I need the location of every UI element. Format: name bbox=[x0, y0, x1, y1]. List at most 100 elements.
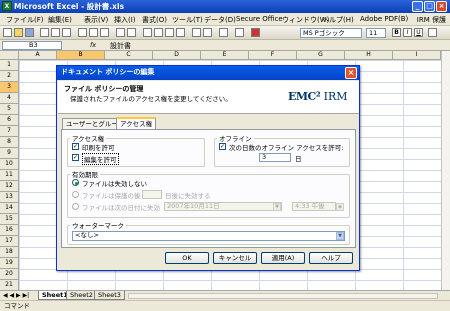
expiry-time-input[interactable]: 4:33 午後 bbox=[292, 202, 336, 211]
row-header[interactable]: 18 bbox=[0, 247, 19, 258]
column-header[interactable]: C bbox=[105, 51, 153, 60]
row-header[interactable]: 9 bbox=[0, 148, 19, 159]
zoom-icon[interactable] bbox=[219, 28, 228, 37]
row-header[interactable]: 6 bbox=[0, 115, 19, 126]
sheet-tab-2[interactable]: Sheet2 bbox=[66, 291, 97, 300]
help-button[interactable]: ヘルプ bbox=[309, 252, 353, 264]
menu-help[interactable]: ヘルプ(H) bbox=[322, 15, 354, 25]
menu-adobe-pdf[interactable]: Adobe PDF(B) bbox=[360, 15, 408, 23]
menu-insert[interactable]: 挿入(I) bbox=[114, 15, 136, 25]
row-header[interactable]: 1 bbox=[0, 60, 19, 71]
row-header[interactable]: 4 bbox=[0, 93, 19, 104]
menu-file[interactable]: ファイル(F) bbox=[6, 15, 44, 25]
column-header[interactable]: D bbox=[153, 51, 201, 60]
print-icon[interactable] bbox=[40, 28, 49, 37]
italic-icon[interactable]: I bbox=[403, 28, 412, 37]
autosum-icon[interactable] bbox=[154, 28, 163, 37]
column-header[interactable]: A bbox=[19, 51, 57, 60]
edit-allow-checkbox[interactable]: ✓ bbox=[72, 154, 79, 161]
watermark-select[interactable]: <なし> bbox=[72, 231, 345, 241]
menu-secure-office[interactable]: Secure Office bbox=[236, 15, 283, 23]
row-header[interactable]: 8 bbox=[0, 137, 19, 148]
row-header[interactable]: 16 bbox=[0, 225, 19, 236]
excel-app-icon[interactable]: X bbox=[2, 1, 12, 11]
new-icon[interactable] bbox=[3, 28, 12, 37]
font-size-combo[interactable]: 11 bbox=[366, 28, 386, 38]
column-header[interactable]: I bbox=[393, 51, 441, 60]
chevron-down-icon[interactable]: ▼ bbox=[273, 202, 281, 211]
expiry-days-input[interactable] bbox=[142, 190, 162, 199]
align-left-icon[interactable] bbox=[428, 28, 437, 37]
function-icon[interactable]: fx bbox=[90, 41, 96, 49]
row-header[interactable]: 13 bbox=[0, 192, 19, 203]
spelling-icon[interactable] bbox=[62, 28, 71, 37]
font-name-combo[interactable]: MS Pゴシック bbox=[300, 28, 362, 38]
row-header[interactable]: 2 bbox=[0, 71, 19, 82]
sort-asc-icon[interactable] bbox=[165, 28, 174, 37]
cut-icon[interactable] bbox=[78, 28, 87, 37]
menu-view[interactable]: 表示(V) bbox=[84, 15, 108, 25]
row-header[interactable]: 20 bbox=[0, 269, 19, 280]
sheet-tab-3[interactable]: Sheet3 bbox=[94, 291, 125, 300]
hyperlink-icon[interactable] bbox=[143, 28, 152, 37]
menu-data[interactable]: データ(D) bbox=[204, 15, 236, 25]
row-header[interactable]: 19 bbox=[0, 258, 19, 269]
column-header[interactable]: G bbox=[297, 51, 345, 60]
dialog-close-button[interactable]: × bbox=[345, 67, 357, 79]
row-header[interactable]: 17 bbox=[0, 236, 19, 247]
drawing-icon[interactable] bbox=[203, 28, 212, 37]
row-header[interactable]: 11 bbox=[0, 170, 19, 181]
expiry-on-date-radio[interactable] bbox=[72, 203, 79, 210]
row-header[interactable]: 14 bbox=[0, 203, 19, 214]
save-icon[interactable] bbox=[25, 28, 34, 37]
row-header[interactable]: 21 bbox=[0, 280, 19, 290]
chart-wizard-icon[interactable] bbox=[192, 28, 201, 37]
open-icon[interactable] bbox=[14, 28, 23, 37]
menu-tools[interactable]: ツール(T) bbox=[172, 15, 203, 25]
column-header[interactable]: B bbox=[57, 51, 105, 60]
underline-icon[interactable]: U bbox=[414, 28, 423, 37]
column-header[interactable]: E bbox=[201, 51, 249, 60]
offline-access-checkbox[interactable]: ✓ bbox=[219, 143, 226, 150]
select-all-corner[interactable] bbox=[0, 51, 19, 60]
sheet-nav-buttons[interactable]: ◀ ◀ ▶ ▶| bbox=[3, 292, 29, 299]
vertical-scrollbar[interactable] bbox=[441, 51, 450, 290]
ok-button[interactable]: OK bbox=[165, 252, 209, 264]
column-header[interactable]: H bbox=[345, 51, 393, 60]
minimize-button[interactable]: _ bbox=[412, 1, 423, 12]
copy-icon[interactable] bbox=[89, 28, 98, 37]
tab-access-rights[interactable]: アクセス権 bbox=[116, 117, 157, 129]
apply-button[interactable]: 適用(A) bbox=[261, 252, 305, 264]
row-header[interactable]: 10 bbox=[0, 159, 19, 170]
formula-input[interactable]: 設計書 bbox=[110, 41, 131, 51]
menu-edit[interactable]: 編集(E) bbox=[48, 15, 72, 25]
row-header[interactable]: 3 bbox=[0, 82, 19, 93]
row-header[interactable]: 15 bbox=[0, 214, 19, 225]
row-header[interactable]: 5 bbox=[0, 104, 19, 115]
chevron-down-icon[interactable]: ▼ bbox=[336, 232, 344, 240]
paste-icon[interactable] bbox=[100, 28, 109, 37]
expiry-date-picker[interactable]: 2007年10月11日 bbox=[164, 202, 282, 211]
horizontal-scrollbar[interactable] bbox=[128, 293, 438, 299]
offline-days-input[interactable]: 3 bbox=[259, 153, 291, 162]
column-header[interactable]: F bbox=[249, 51, 297, 60]
sort-desc-icon[interactable] bbox=[176, 28, 185, 37]
name-box[interactable]: B3 bbox=[2, 41, 62, 50]
pdf-icon[interactable] bbox=[251, 28, 260, 37]
redo-icon[interactable] bbox=[127, 28, 136, 37]
close-window-button[interactable]: × bbox=[436, 1, 447, 12]
bold-icon[interactable]: B bbox=[392, 28, 401, 37]
cancel-button[interactable]: キャンセル bbox=[213, 252, 257, 264]
expiry-after-days-radio[interactable] bbox=[72, 191, 79, 198]
maximize-button[interactable]: □ bbox=[424, 1, 435, 12]
row-header[interactable]: 12 bbox=[0, 181, 19, 192]
irm-protect-menu[interactable]: IRM 保護 bbox=[417, 15, 446, 25]
print-allow-checkbox[interactable]: ✓ bbox=[72, 143, 79, 150]
row-header[interactable]: 7 bbox=[0, 126, 19, 137]
undo-icon[interactable] bbox=[116, 28, 125, 37]
menu-format[interactable]: 書式(O) bbox=[142, 15, 167, 25]
expiry-never-radio[interactable] bbox=[72, 179, 79, 186]
help-icon[interactable] bbox=[235, 28, 244, 37]
time-spinner-icon[interactable]: ◆ bbox=[336, 202, 344, 211]
print-preview-icon[interactable] bbox=[51, 28, 60, 37]
